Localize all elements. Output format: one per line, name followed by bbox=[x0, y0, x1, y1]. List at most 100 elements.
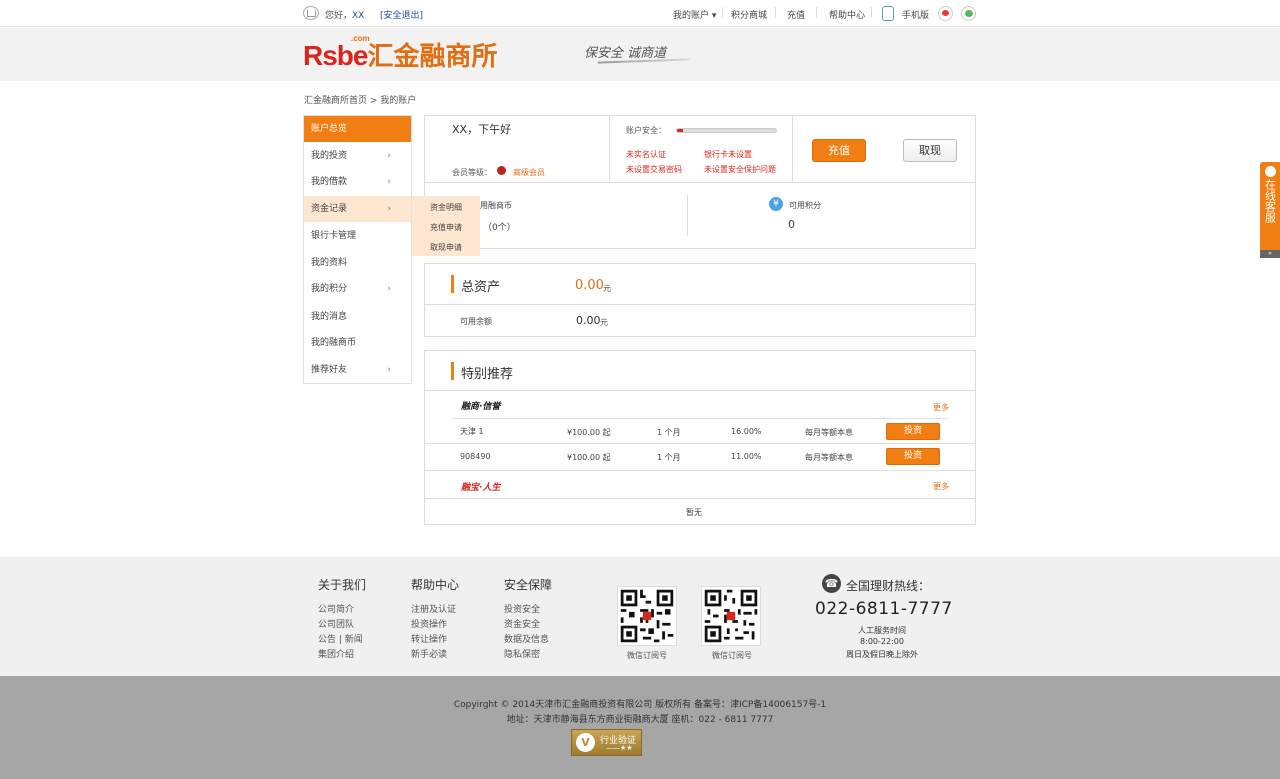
bank-card-setup-link[interactable]: 银行卡未设置 bbox=[704, 149, 752, 160]
sidebar-item-fund-records[interactable]: 资金记录 › bbox=[304, 196, 411, 222]
brand-logo-credit: 融商·信誉 bbox=[461, 402, 501, 412]
home-icon[interactable] bbox=[303, 6, 319, 20]
logout-link[interactable]: [安全退出] bbox=[380, 8, 423, 21]
online-service-tab[interactable]: 在线客服 « bbox=[1260, 162, 1280, 258]
more-link[interactable]: 更多 bbox=[933, 481, 949, 492]
product-term: 1 个月 bbox=[657, 428, 681, 437]
sidebar-item-bank-cards[interactable]: 银行卡管理 bbox=[304, 223, 411, 249]
qr-label: 微信订阅号 bbox=[712, 651, 752, 660]
sidebar-item-label: 我的融商币 bbox=[311, 338, 357, 348]
sidebar-item-points[interactable]: 我的积分 › bbox=[304, 276, 411, 302]
total-assets-value: 0.00 bbox=[575, 278, 604, 293]
section-marker bbox=[451, 275, 454, 293]
footer-link[interactable]: 公司简介 bbox=[318, 602, 354, 615]
sidebar-item-investments[interactable]: 我的投资 › bbox=[304, 143, 411, 169]
sidebar-item-label: 银行卡管理 bbox=[311, 231, 357, 241]
footer-link[interactable]: 数据及信息 bbox=[504, 632, 549, 645]
divider bbox=[425, 182, 975, 183]
balance-value: 0.00 bbox=[576, 314, 601, 327]
submenu-recharge-apply[interactable]: 充值申请 bbox=[430, 222, 462, 233]
account-greeting: XX，下午好 bbox=[452, 123, 512, 136]
sidebar-item-label: 我的积分 bbox=[311, 284, 348, 294]
submenu-fund-details[interactable]: 资金明细 bbox=[430, 202, 462, 213]
footer-link[interactable]: 投资操作 bbox=[411, 617, 447, 630]
invest-button[interactable]: 投资 bbox=[886, 448, 940, 465]
divider bbox=[816, 7, 817, 18]
sidebar-item-label: 我的借款 bbox=[311, 177, 348, 187]
footer-link[interactable]: 转让操作 bbox=[411, 632, 447, 645]
product-rate: 11.00% bbox=[731, 452, 762, 461]
footer-about-title: 关于我们 bbox=[318, 578, 367, 592]
currency-unit: 元 bbox=[603, 284, 611, 293]
sidebar-item-label: 我的资料 bbox=[311, 258, 348, 268]
sidebar-item-label: 我的消息 bbox=[311, 312, 348, 322]
trade-password-link[interactable]: 未设置交易密码 bbox=[626, 164, 682, 175]
submenu-withdraw-apply[interactable]: 取现申请 bbox=[430, 242, 462, 253]
telephone-icon: ☎ bbox=[822, 574, 841, 593]
help-center-link[interactable]: 帮助中心 bbox=[829, 8, 865, 21]
sidebar-item-profile[interactable]: 我的资料 bbox=[304, 250, 411, 276]
sidebar-item-loans[interactable]: 我的借款 › bbox=[304, 169, 411, 195]
service-hours: 8:00-22:00 bbox=[860, 637, 904, 646]
sidebar-item-label: 我的投资 bbox=[311, 151, 348, 161]
chevron-right-icon: › bbox=[387, 204, 391, 214]
withdraw-button[interactable]: 取现 bbox=[903, 139, 957, 162]
points-mall-link[interactable]: 积分商城 bbox=[731, 8, 767, 21]
product-amount: ¥100.00 起 bbox=[567, 453, 611, 462]
logo-com: .com bbox=[351, 34, 370, 43]
mobile-phone-icon[interactable] bbox=[882, 6, 894, 21]
footer-link[interactable]: 集团介绍 bbox=[318, 647, 354, 660]
security-label: 账户安全： bbox=[626, 126, 666, 135]
member-level-value[interactable]: 高级会员 bbox=[513, 167, 545, 178]
footer-link[interactable]: 投资安全 bbox=[504, 602, 540, 615]
footer-link[interactable]: 公司团队 bbox=[318, 617, 354, 630]
divider bbox=[425, 304, 975, 305]
product-method: 每月等额本息 bbox=[805, 428, 853, 437]
more-link[interactable]: 更多 bbox=[933, 402, 949, 413]
online-service-label: 在线客服 bbox=[1263, 179, 1277, 223]
sidebar-item-referral[interactable]: 推荐好友 › bbox=[304, 357, 411, 383]
collapse-icon[interactable]: « bbox=[1260, 250, 1280, 258]
divider bbox=[425, 390, 975, 391]
sidebar-item-overview[interactable]: 账户总览 bbox=[304, 116, 411, 142]
recharge-link[interactable]: 充值 bbox=[787, 8, 805, 21]
footer-link[interactable]: 注册及认证 bbox=[411, 602, 456, 615]
badge-stars: ——★★ bbox=[606, 744, 633, 752]
industry-verification-badge[interactable]: V 行业验证 ——★★ bbox=[571, 729, 642, 756]
footer-link[interactable]: 隐私保密 bbox=[504, 647, 540, 660]
wechat-qr-code bbox=[617, 586, 677, 646]
currency-unit: 元 bbox=[600, 318, 608, 327]
weibo-icon[interactable] bbox=[938, 6, 953, 21]
chevron-right-icon: › bbox=[387, 365, 391, 375]
footer-help-title: 帮助中心 bbox=[411, 578, 460, 592]
balance-label: 可用余额 bbox=[460, 317, 492, 326]
mobile-version-link[interactable]: 手机版 bbox=[902, 8, 929, 21]
copyright-line: Copyirght © 2014天津市汇金融商投资有限公司 版权所有 备案号：津… bbox=[453, 700, 827, 710]
total-assets-panel bbox=[424, 263, 976, 337]
product-amount: ¥100.00 起 bbox=[567, 428, 611, 437]
chevron-right-icon: › bbox=[387, 151, 391, 161]
footer-link[interactable]: 新手必读 bbox=[411, 647, 447, 660]
product-name[interactable]: 天津 1 bbox=[460, 426, 484, 437]
divider bbox=[452, 418, 948, 419]
divider bbox=[425, 470, 975, 471]
recommend-title: 特别推荐 bbox=[461, 367, 514, 382]
site-logo[interactable]: Rsbe汇金融商所 .com bbox=[303, 34, 497, 73]
sidebar-item-coins[interactable]: 我的融商币 bbox=[304, 330, 411, 356]
hotline-number[interactable]: 022-6811-7777 bbox=[815, 599, 953, 619]
recharge-button[interactable]: 充值 bbox=[812, 139, 866, 162]
security-question-link[interactable]: 未设置安全保护问题 bbox=[704, 164, 776, 175]
empty-state: 暂无 bbox=[686, 508, 702, 517]
sidebar-item-messages[interactable]: 我的消息 bbox=[304, 304, 411, 330]
product-name[interactable]: 908490 bbox=[460, 452, 491, 461]
footer-link[interactable]: 资金安全 bbox=[504, 617, 540, 630]
real-name-auth-link[interactable]: 未实名认证 bbox=[626, 149, 666, 160]
breadcrumb[interactable]: 汇金融商所首页 > 我的账户 bbox=[304, 93, 416, 106]
wechat-icon[interactable] bbox=[961, 6, 976, 21]
divider bbox=[425, 443, 975, 444]
my-account-menu[interactable]: 我的账户 ▾ bbox=[673, 8, 716, 21]
footer-link[interactable]: 公告 | 新闻 bbox=[318, 632, 363, 645]
username[interactable]: XX bbox=[352, 11, 364, 21]
product-rate: 16.00% bbox=[731, 427, 762, 436]
invest-button[interactable]: 投资 bbox=[886, 423, 940, 440]
